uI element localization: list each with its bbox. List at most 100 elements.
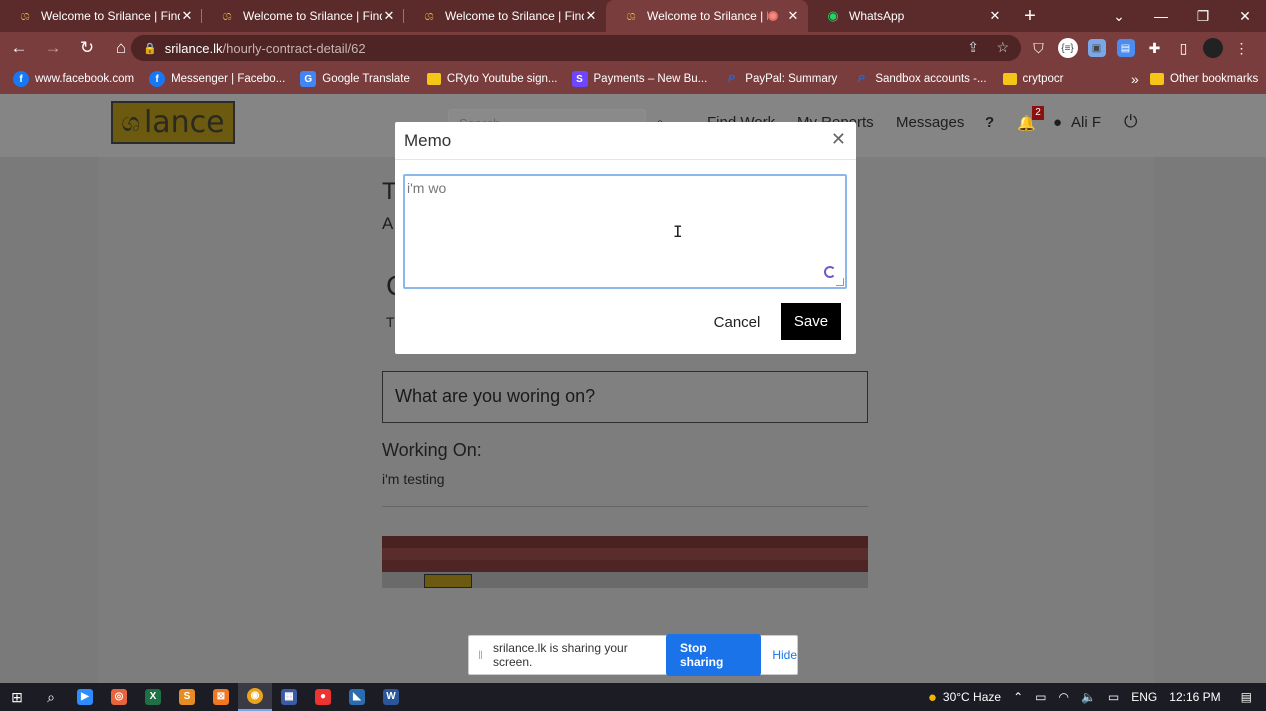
weather-icon: ● xyxy=(927,688,937,706)
url-path: /hourly-contract-detail/62 xyxy=(222,40,366,56)
s-icon: S xyxy=(571,71,588,87)
word-icon[interactable]: W xyxy=(374,683,408,711)
browser-tab[interactable]: ◉ WhatsApp ✕ xyxy=(808,0,1010,32)
recorder-icon[interactable]: ● xyxy=(306,683,340,711)
weather-text[interactable]: 30°C Haze xyxy=(943,690,1001,704)
power-icon[interactable]: ⏻ xyxy=(1124,112,1137,132)
chrome-icon[interactable]: ◉ xyxy=(238,683,272,711)
srilance-icon: ශ xyxy=(222,8,232,23)
loading-spinner-icon xyxy=(824,266,836,278)
address-bar[interactable]: 🔒 srilance.lk/hourly-contract-detail/62 … xyxy=(131,35,1021,61)
tray-chevron-icon[interactable]: ⌃ xyxy=(1013,690,1023,704)
stop-sharing-button[interactable]: Stop sharing xyxy=(665,634,762,676)
sublime-icon[interactable]: S xyxy=(170,683,204,711)
share-message: srilance.lk is sharing your screen. xyxy=(492,641,628,669)
bookmark-item[interactable]: P PayPal: Summary xyxy=(723,71,837,87)
working-on-input[interactable]: What are you woring on? xyxy=(382,371,868,423)
more-menu-icon[interactable]: ⋮ xyxy=(1227,40,1256,57)
browser-tab-active[interactable]: ශ Welcome to Srilance | Fi ✕ xyxy=(606,0,808,32)
restore-icon[interactable]: ❐ xyxy=(1182,0,1224,32)
xampp-icon[interactable]: ⊠ xyxy=(204,683,238,711)
browser-tab[interactable]: ශ Welcome to Srilance | Find D ✕ xyxy=(404,0,606,32)
overflow-chevron-icon: » xyxy=(1131,71,1139,87)
json-extension-icon[interactable]: {≡} xyxy=(1053,38,1082,58)
back-icon[interactable]: ← xyxy=(4,33,34,63)
close-tab-icon[interactable]: ✕ xyxy=(584,8,598,24)
drag-handle-icon[interactable]: ‖ xyxy=(478,648,483,662)
cancel-button[interactable]: Cancel xyxy=(707,304,767,340)
bookmarks-overflow-button[interactable]: » xyxy=(1131,71,1139,87)
vmware-icon[interactable]: ▦ xyxy=(272,683,306,711)
bookmark-item[interactable]: CRyto Youtube sign... xyxy=(426,73,558,85)
app-icon[interactable]: ◎ xyxy=(102,683,136,711)
screenshot-thumbnail[interactable] xyxy=(382,536,868,588)
app-icon[interactable]: ◣ xyxy=(340,683,374,711)
tab-title: WhatsApp xyxy=(849,9,905,23)
nav-user-name[interactable]: Ali F xyxy=(1071,114,1101,131)
close-tab-icon[interactable]: ✕ xyxy=(988,8,1002,24)
browser-tab[interactable]: ශ Welcome to Srilance | Find D ✕ xyxy=(0,0,202,32)
side-panel-icon[interactable]: ▯ xyxy=(1169,40,1198,57)
bookmark-star-icon[interactable]: ☆ xyxy=(996,39,1009,56)
bookmark-item[interactable]: crytpocr xyxy=(1002,73,1064,85)
memo-textarea[interactable]: i'm wo xyxy=(403,174,847,289)
nav-messages[interactable]: Messages xyxy=(896,114,964,131)
facebook-icon: f xyxy=(149,71,166,87)
working-on-label: Working On: xyxy=(382,440,482,460)
excel-icon[interactable]: X xyxy=(136,683,170,711)
text-cursor-icon: I xyxy=(673,222,683,241)
bookmark-item[interactable]: G Google Translate xyxy=(300,71,410,87)
close-icon[interactable]: ✕ xyxy=(831,129,846,150)
minimize-icon[interactable]: — xyxy=(1140,0,1182,32)
hide-button[interactable]: Hide xyxy=(772,648,797,662)
browser-tab-bar: ශ Welcome to Srilance | Find D ✕ ශ Welco… xyxy=(0,0,1266,32)
bookmark-item[interactable]: f www.facebook.com xyxy=(13,71,134,87)
clock[interactable]: 12:16 PM xyxy=(1169,690,1220,704)
resize-handle[interactable] xyxy=(836,278,844,286)
language-indicator[interactable]: ENG xyxy=(1131,690,1157,704)
shield-extension-icon[interactable]: ⛉ xyxy=(1024,40,1053,57)
extensions-area: ⛉ {≡} ▣ ▤ ✚ ▯ ⋮ xyxy=(1024,32,1256,64)
system-tray: ● 30°C Haze ⌃ ▭ ◠ 🔈 ▭ ENG 12:16 PM ▤ xyxy=(928,683,1266,711)
new-tab-icon[interactable]: + xyxy=(1010,0,1050,32)
whatsapp-icon: ◉ xyxy=(827,8,839,23)
bookmark-item[interactable]: f Messenger | Facebo... xyxy=(149,71,285,87)
extensions-puzzle-icon[interactable]: ✚ xyxy=(1140,40,1169,57)
screen-extension-icon[interactable]: ▣ xyxy=(1082,39,1111,57)
url-host: srilance.lk xyxy=(164,40,223,56)
help-icon[interactable]: ? xyxy=(985,114,994,131)
meet-now-icon[interactable]: ▭ xyxy=(1035,690,1046,704)
folder-icon xyxy=(426,73,441,85)
modal-title: Memo xyxy=(404,130,452,150)
bookmarks-bar: f www.facebook.com f Messenger | Facebo...… xyxy=(0,64,1266,94)
bookmark-item[interactable]: P Sandbox accounts -... xyxy=(853,71,987,87)
windows-start-icon[interactable]: ⊞ xyxy=(0,683,34,711)
share-icon[interactable]: ⇪ xyxy=(967,39,979,56)
bookmark-label: crytpocr xyxy=(1022,73,1064,85)
zoom-app-icon[interactable]: ▶ xyxy=(68,683,102,711)
notifications-icon[interactable]: ▤ xyxy=(1241,690,1252,704)
tab-search-icon[interactable]: ⌄ xyxy=(1098,0,1140,32)
wifi-icon[interactable]: ◠ xyxy=(1058,690,1068,704)
notification-badge: 2 xyxy=(1032,106,1044,120)
search-icon[interactable]: ⌕ xyxy=(34,683,68,711)
user-icon: ● xyxy=(1053,114,1063,131)
save-button[interactable]: Save xyxy=(781,303,841,340)
other-bookmarks[interactable]: Other bookmarks xyxy=(1150,73,1258,85)
battery-icon[interactable]: ▭ xyxy=(1108,690,1119,704)
close-tab-icon[interactable]: ✕ xyxy=(382,8,396,24)
reload-icon[interactable]: ↻ xyxy=(72,33,102,63)
close-tab-icon[interactable]: ✕ xyxy=(786,8,800,24)
bookmark-label: Messenger | Facebo... xyxy=(171,73,286,85)
srilance-logo[interactable]: ශ lance xyxy=(111,101,235,144)
blue-extension-icon[interactable]: ▤ xyxy=(1111,39,1140,57)
profile-avatar[interactable] xyxy=(1198,38,1227,58)
volume-icon[interactable]: 🔈 xyxy=(1081,690,1096,704)
forward-icon[interactable]: → xyxy=(38,33,68,63)
close-window-icon[interactable]: ✕ xyxy=(1224,0,1266,32)
window-controls: ⌄ — ❐ ✕ xyxy=(1098,0,1266,32)
browser-tab[interactable]: ශ Welcome to Srilance | Find D ✕ xyxy=(202,0,404,32)
memo-modal: Memo ✕ i'm wo Cancel Save xyxy=(395,122,856,354)
close-tab-icon[interactable]: ✕ xyxy=(180,8,194,24)
bookmark-item[interactable]: S Payments – New Bu... xyxy=(571,71,707,87)
